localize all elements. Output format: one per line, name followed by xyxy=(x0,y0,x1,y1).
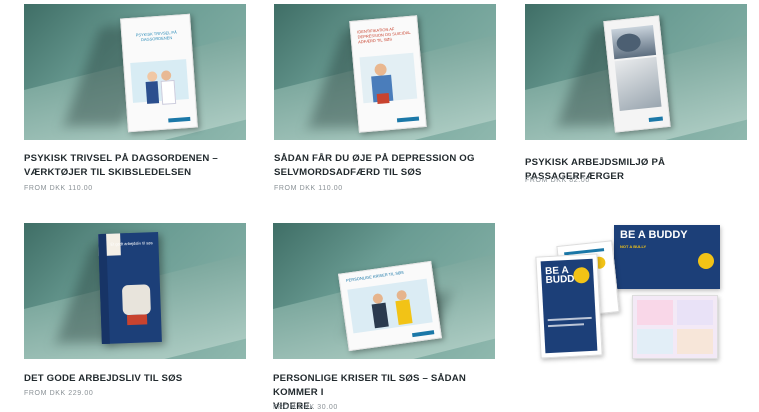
product-card[interactable]: BE A BUDDY NOT A BULLY BE A BUDDY xyxy=(528,223,750,365)
binder-cover: Et godt arbejdsliv til søs xyxy=(98,231,162,345)
product-image[interactable]: Et godt arbejdsliv til søs xyxy=(24,223,246,359)
cover-title: Et godt arbejdsliv til søs xyxy=(110,240,153,247)
poster-card: BE A BUDDY NOT A BULLY xyxy=(614,225,720,289)
booklet-cover: PSYKISK TRIVSEL PÅ DAGSORDENEN xyxy=(120,13,198,133)
product-title[interactable]: DET GODE ARBEJDSLIV TIL SØS xyxy=(24,372,256,386)
booklet-cover: IDENTIFIKATION AF DEPRESSION OG SUICIDAL… xyxy=(349,15,427,133)
product-image[interactable]: PSYKISK TRIVSEL PÅ DAGSORDENEN xyxy=(24,4,246,140)
product-image[interactable]: PERSONLIGE KRISER TIL SØS xyxy=(273,223,495,359)
product-price: FROM DKK 110.00 xyxy=(24,185,93,192)
booklet-cover: PERSONLIGE KRISER TIL SØS xyxy=(338,260,442,352)
product-image[interactable]: BE A BUDDY NOT A BULLY BE A BUDDY xyxy=(528,223,750,365)
product-card[interactable]: IDENTIFIKATION AF DEPRESSION OG SUICIDAL… xyxy=(274,4,496,192)
product-card[interactable]: Et godt arbejdsliv til søs DET GODE ARBE… xyxy=(24,223,246,397)
product-image[interactable] xyxy=(525,4,747,140)
comic-card xyxy=(632,295,718,359)
product-image[interactable]: IDENTIFIKATION AF DEPRESSION OG SUICIDAL… xyxy=(274,4,496,140)
booklet-card: BE A BUDDY xyxy=(535,253,603,359)
product-price: FROM DKK 82.00 xyxy=(525,177,590,184)
product-price: FROM DKK 110.00 xyxy=(274,185,343,192)
cover-title: PSYKISK TRIVSEL PÅ DAGSORDENEN xyxy=(135,29,177,43)
product-title[interactable]: SÅDAN FÅR DU ØJE PÅ DEPRESSION OG SELVMO… xyxy=(274,152,506,180)
product-price: FROM DKK 30.00 xyxy=(273,404,338,411)
product-title[interactable]: PSYKISK TRIVSEL PÅ DAGSORDENEN – VÆRKTØJ… xyxy=(24,152,256,180)
product-card[interactable]: PERSONLIGE KRISER TIL SØS PERSONLIGE KRI… xyxy=(273,223,495,412)
product-price: FROM DKK 229.00 xyxy=(24,390,94,397)
product-card[interactable]: PSYKISK TRIVSEL PÅ DAGSORDENEN PSYKISK T… xyxy=(24,4,246,192)
cover-title: IDENTIFIKATION AF DEPRESSION OG SUICIDAL… xyxy=(357,26,411,45)
booklet-cover xyxy=(603,15,671,133)
product-card[interactable]: PSYKISK ARBEJDSMILJØ PÅ PASSAGERFÆRGER F… xyxy=(525,4,747,184)
product-grid: PSYKISK TRIVSEL PÅ DAGSORDENEN PSYKISK T… xyxy=(0,0,759,412)
